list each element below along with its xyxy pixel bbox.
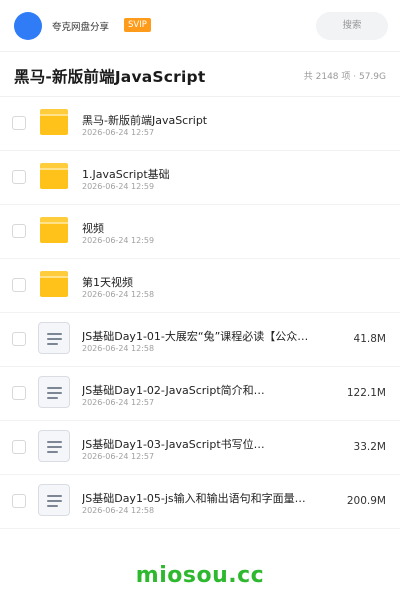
item-size: 200.9M bbox=[346, 495, 386, 507]
document-icon bbox=[38, 322, 70, 354]
folder-row[interactable]: 1.JavaScript基础 2026-06-24 12:59 bbox=[0, 151, 400, 205]
item-name[interactable]: JS基础Day1-02-JavaScript简介和… bbox=[82, 382, 312, 398]
user-name: 夸克网盘分享 bbox=[52, 22, 110, 33]
item-date: 2026-06-24 12:58 bbox=[82, 290, 155, 299]
document-icon bbox=[38, 376, 70, 408]
document-icon bbox=[38, 430, 70, 462]
item-date: 2026-06-24 12:57 bbox=[82, 398, 155, 407]
watermark-text: miosou.cc bbox=[135, 563, 265, 588]
row-checkbox[interactable] bbox=[12, 170, 26, 184]
item-name[interactable]: JS基础Day1-01-大展宏“兔”课程必读【公众… bbox=[82, 328, 312, 344]
folder-icon bbox=[40, 109, 68, 135]
page-title: 黑马-新版前端JavaScript bbox=[14, 68, 206, 86]
file-row[interactable]: JS基础Day1-02-JavaScript简介和… 2026-06-24 12:… bbox=[0, 367, 400, 421]
folder-row[interactable]: 黑马-新版前端JavaScript 2026-06-24 12:57 bbox=[0, 97, 400, 151]
item-name[interactable]: 第1天视频 bbox=[82, 274, 312, 290]
row-checkbox[interactable] bbox=[12, 440, 26, 454]
folder-icon bbox=[40, 163, 68, 189]
file-row[interactable]: JS基础Day1-05-js输入和输出语句和字面量… 2026-06-24 12:… bbox=[0, 475, 400, 529]
file-row[interactable]: JS基础Day1-01-大展宏“兔”课程必读【公众… 2026-06-24 12:… bbox=[0, 313, 400, 367]
item-size: 122.1M bbox=[346, 387, 386, 399]
folder-icon bbox=[40, 217, 68, 243]
item-name[interactable]: 1.JavaScript基础 bbox=[82, 166, 312, 182]
item-date: 2026-06-24 12:59 bbox=[82, 182, 155, 191]
share-title-row: 黑马-新版前端JavaScript 共 2148 项 · 57.9G bbox=[0, 53, 400, 97]
app-header: 夸克网盘分享 SVIP 搜索 bbox=[0, 0, 400, 52]
row-checkbox[interactable] bbox=[12, 494, 26, 508]
row-checkbox[interactable] bbox=[12, 386, 26, 400]
item-date: 2026-06-24 12:57 bbox=[82, 128, 155, 137]
folder-row[interactable]: 视频 2026-06-24 12:59 bbox=[0, 205, 400, 259]
item-size: 41.8M bbox=[353, 333, 386, 345]
item-date: 2026-06-24 12:59 bbox=[82, 236, 155, 245]
file-row[interactable]: JS基础Day1-03-JavaScript书写位… 2026-06-24 12:… bbox=[0, 421, 400, 475]
item-date: 2026-06-24 12:57 bbox=[82, 452, 155, 461]
row-checkbox[interactable] bbox=[12, 278, 26, 292]
item-size: 33.2M bbox=[353, 441, 386, 453]
document-icon bbox=[38, 484, 70, 516]
item-name[interactable]: 黑马-新版前端JavaScript bbox=[82, 112, 312, 128]
row-checkbox[interactable] bbox=[12, 224, 26, 238]
avatar[interactable] bbox=[14, 12, 42, 40]
row-checkbox[interactable] bbox=[12, 332, 26, 346]
row-checkbox[interactable] bbox=[12, 116, 26, 130]
folder-row[interactable]: 第1天视频 2026-06-24 12:58 bbox=[0, 259, 400, 313]
folder-icon bbox=[40, 271, 68, 297]
item-name[interactable]: JS基础Day1-03-JavaScript书写位… bbox=[82, 436, 312, 452]
item-date: 2026-06-24 12:58 bbox=[82, 344, 155, 353]
file-list: 黑马-新版前端JavaScript 2026-06-24 12:57 1.JavaS… bbox=[0, 97, 400, 529]
svip-badge: SVIP bbox=[124, 18, 151, 32]
search-button[interactable]: 搜索 bbox=[316, 12, 388, 40]
item-name[interactable]: 视频 bbox=[82, 220, 312, 236]
item-date: 2026-06-24 12:58 bbox=[82, 506, 155, 515]
share-summary: 共 2148 项 · 57.9G bbox=[303, 72, 386, 82]
item-name[interactable]: JS基础Day1-05-js输入和输出语句和字面量… bbox=[82, 490, 312, 506]
